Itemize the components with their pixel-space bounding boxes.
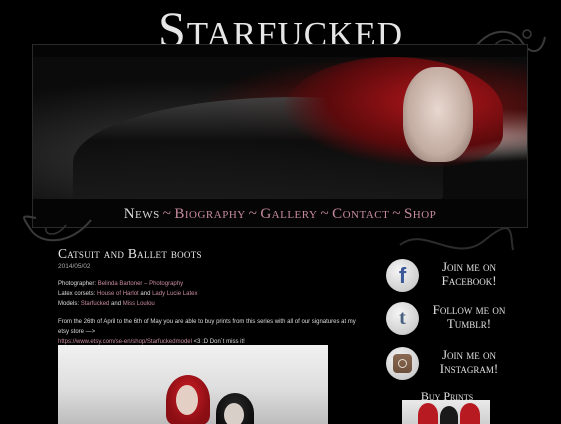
nav-news[interactable]: News <box>124 206 160 222</box>
post-credits: Photographer: Belinda Bartoner – Photogr… <box>58 279 378 309</box>
lady-lucie-latex-link[interactable]: Lady Lucie Latex <box>152 291 197 297</box>
nav-separator: ~ <box>320 206 330 222</box>
tumblr-label: Follow me on Tumblr! <box>432 302 506 331</box>
decorative-swirl-left <box>23 215 92 242</box>
photographer-label: Photographer: <box>58 281 97 287</box>
post-title[interactable]: Catsuit and Ballet boots <box>58 246 378 262</box>
buy-prints-thumbnail[interactable] <box>402 400 490 424</box>
nav-separator: ~ <box>392 206 401 222</box>
instagram-link[interactable]: Join me on Instagram! <box>384 344 514 384</box>
facebook-link[interactable]: f Join me on Facebook! <box>384 256 514 296</box>
nav-contact[interactable]: Contact <box>332 206 389 222</box>
post-photo[interactable] <box>58 345 328 424</box>
instagram-label: Join me on Instagram! <box>439 347 499 376</box>
starfucked-link[interactable]: Starfucked <box>81 301 110 307</box>
nav-separator: ~ <box>162 206 172 222</box>
and-text: and <box>140 291 151 297</box>
facebook-icon: f <box>386 259 419 292</box>
nav-gallery[interactable]: Gallery <box>260 206 317 222</box>
tumblr-icon: t <box>386 302 419 335</box>
instagram-icon <box>386 347 419 380</box>
miss-loulou-link[interactable]: Miss Loulou <box>123 301 155 307</box>
nav-separator: ~ <box>248 206 258 222</box>
models-label: Models: <box>58 301 80 307</box>
post-date: 2014/05/02 <box>58 263 91 270</box>
latex-label: Latex corsets: <box>58 291 96 297</box>
hero-banner-image <box>33 57 527 199</box>
and-text: and <box>111 301 122 307</box>
post-body: From the 26th of April to the 6th of May… <box>58 317 368 347</box>
tumblr-link[interactable]: t Follow me on Tumblr! <box>384 299 514 339</box>
photographer-link[interactable]: Belinda Bartoner – Photography <box>98 281 183 287</box>
nav-biography[interactable]: Biography <box>174 206 245 222</box>
post-body-text: From the 26th of April to the 6th of May… <box>58 319 356 335</box>
main-nav: News ~ Biography ~ Gallery ~ Contact ~ Shop <box>33 199 527 227</box>
facebook-label: Join me on Facebook! <box>441 259 497 288</box>
blog-post: Catsuit and Ballet boots 2014/05/02 Phot… <box>58 246 378 347</box>
nav-shop[interactable]: Shop <box>404 206 436 222</box>
house-of-harlot-link[interactable]: House of Harlot <box>97 291 139 297</box>
